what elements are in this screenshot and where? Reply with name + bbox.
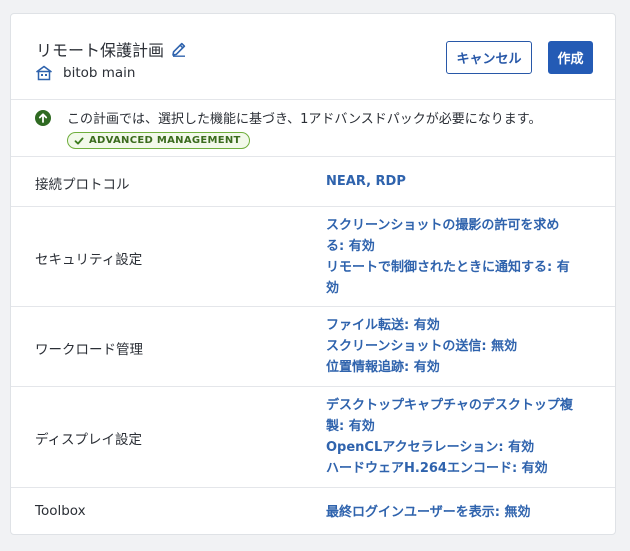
row-values: NEAR, RDP <box>326 171 596 192</box>
row-label: ワークロード管理 <box>35 342 143 358</box>
row-values: 最終ログインユーザーを表示: 無効 <box>326 502 596 523</box>
plan-subtitle: bitob main <box>63 65 136 81</box>
cancel-button[interactable]: キャンセル <box>446 41 532 74</box>
title-row: リモート保護計画 <box>36 37 188 61</box>
pencil-icon[interactable] <box>170 40 188 58</box>
row-values: ファイル転送: 有効 スクリーンショットの送信: 無効 位置情報追跡: 有効 <box>326 315 596 378</box>
row-value[interactable]: デスクトップキャプチャのデスクトップ複 <box>326 395 596 416</box>
row-value[interactable]: 効 <box>326 278 596 299</box>
plan-header: リモート保護計画 bitob main キャンセル 作成 <box>11 14 615 100</box>
table-row-workload: ワークロード管理 ファイル転送: 有効 スクリーンショットの送信: 無効 位置情… <box>11 307 615 387</box>
row-values: デスクトップキャプチャのデスクトップ複 製: 有効 OpenCLアクセラレーショ… <box>326 395 596 479</box>
row-value[interactable]: 位置情報追跡: 有効 <box>326 357 596 378</box>
row-label: ディスプレイ設定 <box>35 432 143 448</box>
badge-label: ADVANCED MANAGEMENT <box>89 135 241 146</box>
table-row-toolbox: Toolbox 最終ログインユーザーを表示: 無効 <box>11 488 615 534</box>
row-value[interactable]: 最終ログインユーザーを表示: 無効 <box>326 502 596 523</box>
row-label: 接続プロトコル <box>35 177 130 193</box>
license-notice: この計画では、選択した機能に基づき、1アドバンスドパックが必要になります。 AD… <box>11 100 615 157</box>
create-button[interactable]: 作成 <box>548 41 593 74</box>
arrow-up-circle-icon <box>35 110 51 126</box>
row-value[interactable]: リモートで制御されたときに通知する: 有 <box>326 257 596 278</box>
plan-title: リモート保護計画 <box>36 41 165 60</box>
row-label: セキュリティ設定 <box>35 252 143 268</box>
row-label: Toolbox <box>35 503 86 519</box>
row-value[interactable]: スクリーンショットの送信: 無効 <box>326 336 596 357</box>
row-value[interactable]: 製: 有効 <box>326 416 596 437</box>
row-value[interactable]: ハードウェアH.264エンコード: 有効 <box>326 458 596 479</box>
house-icon <box>35 65 53 81</box>
plan-card: リモート保護計画 bitob main キャンセル 作成 この計画では、選択した… <box>10 13 616 535</box>
row-values: スクリーンショットの撮影の許可を求め る: 有効 リモートで制御されたときに通知… <box>326 215 596 299</box>
row-value[interactable]: ファイル転送: 有効 <box>326 315 596 336</box>
table-row-display: ディスプレイ設定 デスクトップキャプチャのデスクトップ複 製: 有効 OpenC… <box>11 387 615 488</box>
row-value[interactable]: NEAR, RDP <box>326 171 596 192</box>
checkmark-icon <box>74 136 84 146</box>
table-row-security: セキュリティ設定 スクリーンショットの撮影の許可を求め る: 有効 リモートで制… <box>11 207 615 307</box>
row-value[interactable]: OpenCLアクセラレーション: 有効 <box>326 437 596 458</box>
advanced-management-badge: ADVANCED MANAGEMENT <box>67 132 250 149</box>
subtitle-row: bitob main <box>35 65 135 81</box>
table-row-protocols: 接続プロトコル NEAR, RDP <box>11 157 615 207</box>
notice-text: この計画では、選択した機能に基づき、1アドバンスドパックが必要になります。 <box>67 112 542 127</box>
row-value[interactable]: る: 有効 <box>326 236 596 257</box>
row-value[interactable]: スクリーンショットの撮影の許可を求め <box>326 215 596 236</box>
